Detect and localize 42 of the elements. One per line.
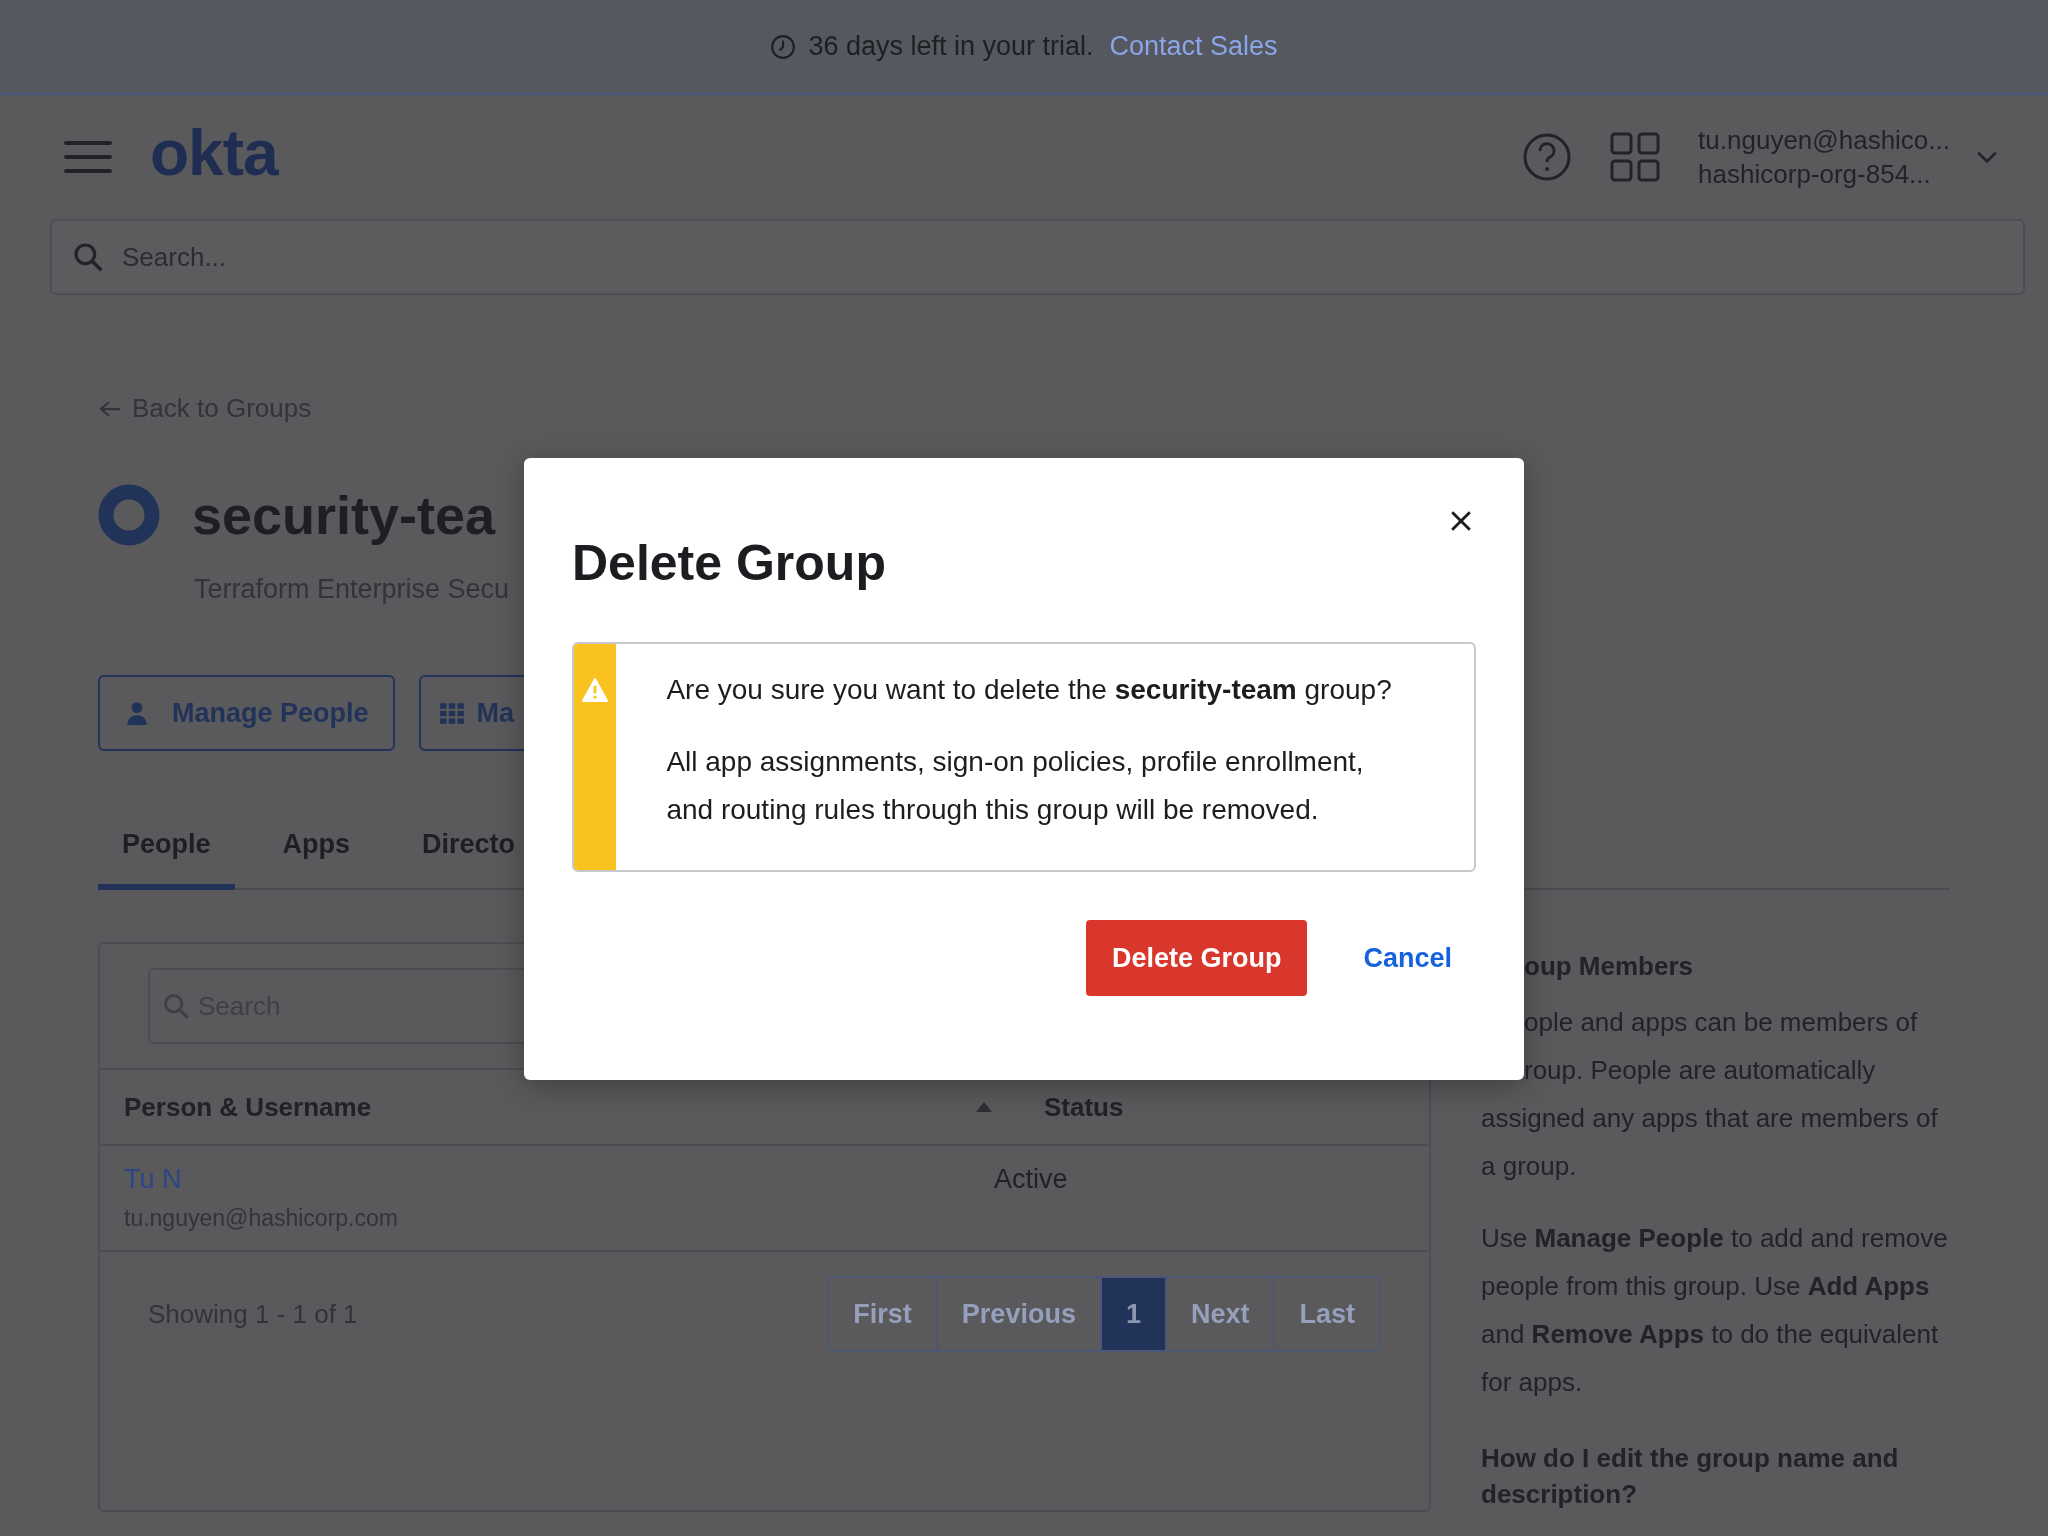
cancel-button[interactable]: Cancel [1363,942,1452,974]
app-grid-icon[interactable] [1610,132,1661,182]
group-name: security-tea [192,484,496,546]
menu-icon[interactable] [64,139,112,175]
help-text: roup. People are automatically [1523,1054,1877,1087]
sort-up-icon[interactable] [976,1102,992,1112]
dialog-title: Delete Group [572,534,887,592]
page-button[interactable]: Last [1273,1278,1379,1350]
delete-group-button[interactable]: Delete Group [1085,920,1308,996]
org-name[interactable]: hashicorp-org-854... [1698,157,1950,191]
clock-icon [770,33,797,60]
warning-detail: All app assignments, sign-on policies, profile enrollment, and routing rules through this group will be removed. [666,745,1365,827]
search-icon [162,992,190,1020]
warning-message: Are you sure you want to delete the security-team group? [666,673,1393,707]
help-paragraph: Use Manage People to add and remove people from this group. Use Add Apps and Remove Apps to do the equivalent for apps. [1481,1222,1949,1399]
page-button[interactable]: First [829,1278,936,1350]
user-email[interactable]: tu.nguyen@hashico... [1698,123,1950,157]
status-cell-text: Active [994,1164,1069,1196]
manage-people-button[interactable]: Manage People [98,675,395,751]
help-text: assigned any apps that are members of a group. [1481,1102,1939,1183]
tab[interactable]: Apps [258,821,375,890]
column-header[interactable]: Status [1044,1091,1405,1123]
person-icon [124,700,150,726]
trial-text: 36 days left in your trial. [808,31,1094,62]
search-icon [72,241,104,273]
okta-logo[interactable]: okta [150,116,278,190]
warning-icon [582,678,609,702]
grid-icon [438,700,465,726]
column-header[interactable]: Person & Username [124,1091,976,1123]
chevron-down-icon[interactable] [1976,150,1998,164]
arrow-left-icon [98,399,122,418]
help-icon[interactable] [1522,132,1573,182]
group-icon [98,484,160,546]
help-question: How do I edit the group name and description? [1481,1442,1900,1511]
help-text: ople and apps can be members of [1523,1006,1919,1039]
close-icon[interactable] [1450,510,1472,532]
tab[interactable]: People [98,821,235,890]
contact-sales-link[interactable]: Contact Sales [1109,31,1278,62]
tab[interactable]: Directo [398,821,540,890]
page-button[interactable]: 1 [1099,1278,1165,1350]
help-heading: oup Members [1523,950,1695,983]
page-button[interactable]: Next [1164,1278,1274,1350]
